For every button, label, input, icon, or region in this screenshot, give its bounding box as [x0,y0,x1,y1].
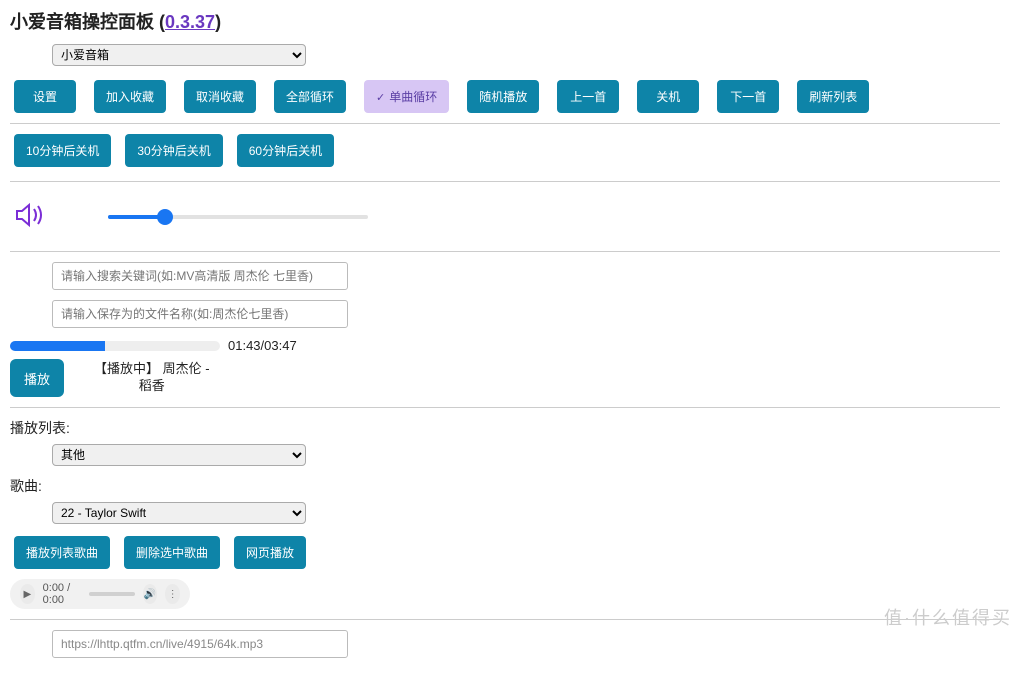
settings-button[interactable]: 设置 [14,80,76,113]
play-icon[interactable]: ▶ [20,584,35,604]
refresh-list-button[interactable]: 刷新列表 [797,80,869,113]
timer-30-button[interactable]: 30分钟后关机 [125,134,222,167]
divider [10,407,1000,408]
playlist-select[interactable]: 其他 [52,444,306,466]
volume-icon[interactable]: 🔊 [143,584,158,604]
device-select[interactable]: 小爱音箱 [52,44,306,66]
shuffle-button[interactable]: 随机播放 [467,80,539,113]
volume-slider[interactable] [108,209,368,225]
divider [10,619,1000,620]
search-keyword-input[interactable] [52,262,348,290]
version-link[interactable]: 0.3.37 [165,12,215,32]
time-label: 01:43/03:47 [228,338,297,353]
playlist-label: 播放列表: [10,418,1000,438]
list-button-row: 播放列表歌曲 删除选中歌曲 网页播放 [10,536,1000,569]
progress-bar[interactable] [10,341,220,351]
timer-10-button[interactable]: 10分钟后关机 [14,134,111,167]
audio-seek[interactable] [89,592,135,596]
prev-track-button[interactable]: 上一首 [557,80,619,113]
audio-player[interactable]: ▶ 0:00 / 0:00 🔊 ⋮ [10,579,190,609]
loop-one-button[interactable]: ✓单曲循环 [364,80,449,113]
more-icon[interactable]: ⋮ [165,584,180,604]
add-favorite-button[interactable]: 加入收藏 [94,80,166,113]
now-playing-label: 【播放中】 周杰伦 - 稻香 [94,361,210,395]
stream-url-input[interactable] [52,630,348,658]
cancel-favorite-button[interactable]: 取消收藏 [184,80,256,113]
audio-time: 0:00 / 0:00 [43,582,81,606]
divider [10,181,1000,182]
divider [10,251,1000,252]
loop-all-button[interactable]: 全部循环 [274,80,346,113]
check-icon: ✓ [376,92,385,104]
timer-60-button[interactable]: 60分钟后关机 [237,134,334,167]
main-button-row: 设置 加入收藏 取消收藏 全部循环 ✓单曲循环 随机播放 上一首 关机 下一首 … [10,80,1000,113]
power-off-button[interactable]: 关机 [637,80,699,113]
timer-row: 10分钟后关机 30分钟后关机 60分钟后关机 [10,134,1000,167]
divider [10,123,1000,124]
play-button[interactable]: 播放 [10,359,64,397]
web-play-button[interactable]: 网页播放 [234,536,306,569]
speaker-icon [14,200,48,233]
page-title: 小爱音箱操控面板 (0.3.37) [10,8,1000,34]
song-select[interactable]: 22 - Taylor Swift [52,502,306,524]
save-filename-input[interactable] [52,300,348,328]
delete-selected-song-button[interactable]: 删除选中歌曲 [124,536,220,569]
song-label: 歌曲: [10,476,1000,496]
play-playlist-song-button[interactable]: 播放列表歌曲 [14,536,110,569]
next-track-button[interactable]: 下一首 [717,80,779,113]
